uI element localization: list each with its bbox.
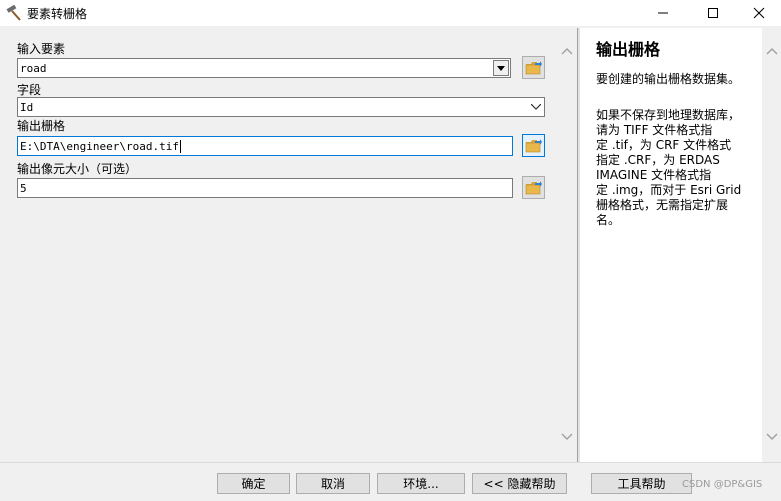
cell-size-input[interactable]: 5 [17,178,513,198]
output-raster-label: 输出栅格 [17,119,66,133]
scroll-down-icon[interactable] [766,432,778,442]
tool-help-button[interactable]: 工具帮助 [591,473,692,494]
parameters-pane [0,28,557,462]
help-line: 定 .tif，为 CRF 文件格式 [596,138,732,152]
input-features-label: 输入要素 [17,42,66,56]
open-folder-icon [525,61,542,75]
help-scrollbar[interactable] [762,28,781,462]
title-bar: 要素转栅格 [0,0,781,26]
help-details: 如果不保存到地理数据库， 请为 TIFF 文件格式指 定 .tif，为 CRF … [596,108,756,228]
watermark: CSDN @DP&GIS [682,479,763,490]
input-features-browse-button[interactable] [522,56,545,79]
scroll-down-icon[interactable] [561,432,573,442]
help-line: 定 .img，而对于 Esri Grid [596,183,742,197]
field-value: Id [20,101,34,114]
hide-help-button[interactable]: << 隐藏帮助 [472,473,567,494]
help-line: 栅格格式，无需指定扩展 [596,198,729,212]
input-features-combobox[interactable]: road [17,58,511,78]
scroll-up-icon[interactable] [561,46,573,56]
close-icon [753,7,765,19]
minimize-icon [658,12,668,14]
output-raster-input[interactable]: E:\DTA\engineer\road.tif [17,136,513,156]
button-bar: 确定 取消 环境... << 隐藏帮助 工具帮助 [0,462,781,501]
maximize-button[interactable] [690,0,736,26]
hammer-icon [6,4,21,21]
help-description: 要创建的输出栅格数据集。 [596,72,741,86]
parameters-scrollbar[interactable] [557,28,577,462]
chevron-down-icon [531,104,541,110]
ok-button[interactable]: 确定 [217,473,290,494]
field-combobox[interactable]: Id [17,97,545,117]
maximize-icon [708,8,718,18]
field-dropdown-button[interactable] [528,98,544,116]
cell-size-browse-button[interactable] [522,176,545,199]
close-button[interactable] [736,0,781,26]
cell-size-label: 输出像元大小（可选） [17,162,138,176]
help-line: 如果不保存到地理数据库， [596,108,741,122]
output-raster-value: E:\DTA\engineer\road.tif [20,140,179,153]
field-label: 字段 [17,83,42,97]
window-title: 要素转栅格 [27,7,88,21]
help-line: 名。 [596,213,621,227]
help-line: 请为 TIFF 文件格式指 [596,123,713,137]
help-line: IMAGINE 文件格式指 [596,168,712,182]
chevron-down-icon [497,65,505,71]
help-pane: 输出栅格 要创建的输出栅格数据集。 如果不保存到地理数据库， 请为 TIFF 文… [580,28,762,462]
open-folder-icon [525,181,542,195]
minimize-button[interactable] [640,0,686,26]
input-features-value: road [20,62,47,75]
open-folder-icon [525,139,542,153]
scroll-up-icon[interactable] [766,46,778,56]
help-line: 指定 .CRF，为 ERDAS [596,153,720,167]
environments-button[interactable]: 环境... [377,473,465,494]
cancel-button[interactable]: 取消 [296,473,370,494]
text-cursor [179,140,181,153]
input-features-dropdown-button[interactable] [493,60,509,76]
output-raster-browse-button[interactable] [522,134,545,157]
cell-size-value: 5 [20,182,27,195]
help-title: 输出栅格 [596,40,661,59]
